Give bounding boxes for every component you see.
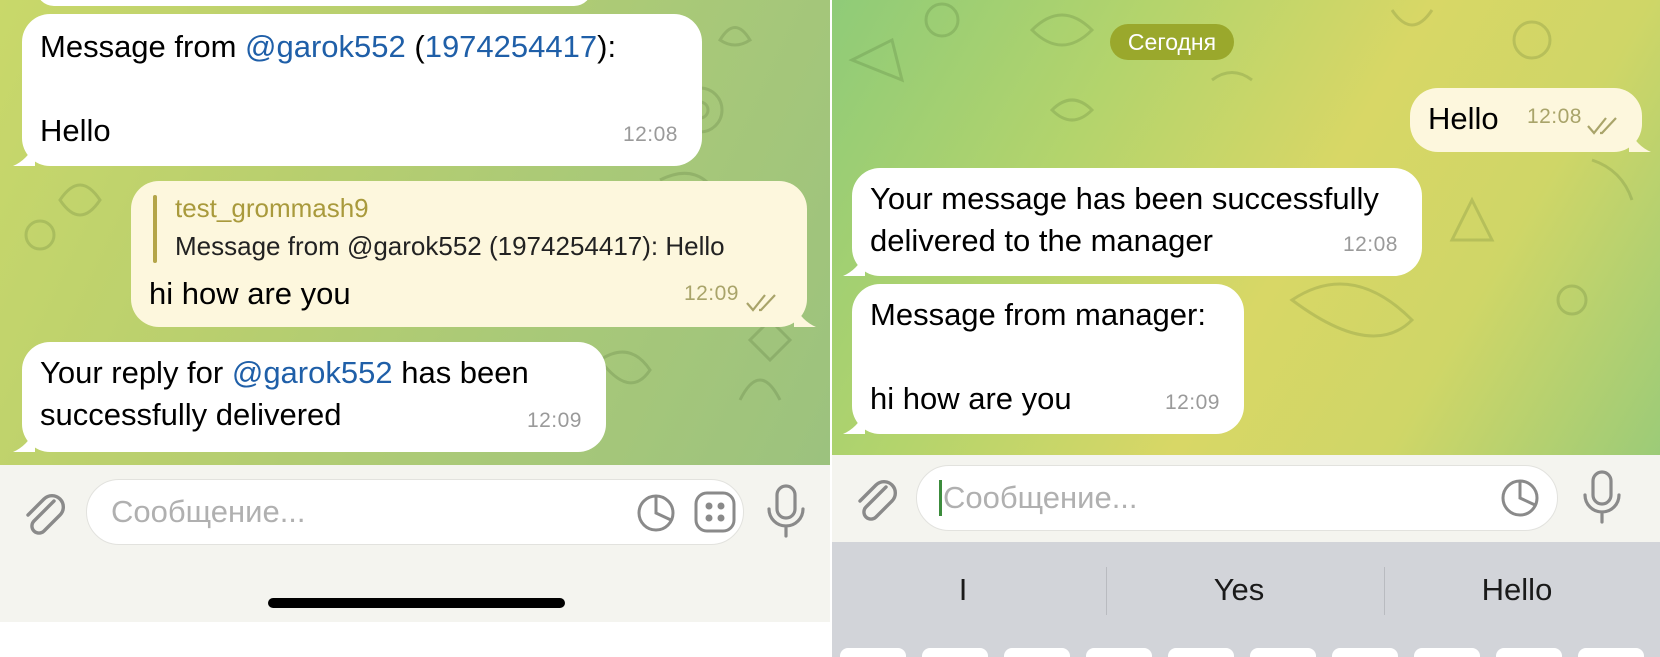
keyboard-key[interactable]	[1414, 648, 1480, 657]
message-input[interactable]: Сообщение...	[916, 465, 1558, 531]
microphone-icon[interactable]	[764, 483, 808, 539]
suggestion-divider	[1384, 567, 1385, 615]
message-input[interactable]: Сообщение...	[86, 479, 744, 545]
bubble-tail	[843, 412, 865, 434]
right-chat-screen: Сегодня Hello 12:08 Your message has bee…	[832, 0, 1660, 657]
user-id-link[interactable]: 1974254417	[425, 29, 597, 64]
incoming-message-bubble[interactable]: Message from manager: hi how are you 12:…	[843, 284, 1244, 434]
suggestion-item[interactable]: Yes	[1108, 572, 1370, 608]
message-body: Hello	[40, 113, 111, 148]
keyboard-key[interactable]	[1332, 648, 1398, 657]
message-line: Your reply for @garok552 has been	[40, 352, 529, 394]
reply-quoted-text[interactable]: Message from @garok552 (1974254417): Hel…	[175, 231, 725, 261]
incoming-message-bubble[interactable]: Message from @garok552 (1974254417): Hel…	[13, 14, 702, 166]
compose-bar: Сообщение...	[0, 465, 830, 622]
keyboard-suggestion-bar: I Yes Hello	[832, 542, 1660, 657]
message-time: 12:08	[622, 123, 678, 146]
message-line: Message from manager:	[870, 297, 1206, 332]
bubble-tail	[1629, 130, 1651, 152]
message-line: hi how are you	[870, 381, 1072, 416]
message-body: hi how are you	[149, 276, 351, 311]
left-chat-screen: Message from @garok552 (1974254417): Hel…	[0, 0, 830, 657]
username-link[interactable]: @garok552	[245, 29, 406, 64]
double-check-icon	[746, 294, 776, 312]
message-line: delivered to the manager	[870, 223, 1213, 258]
keyboard-grid-icon[interactable]	[693, 490, 737, 534]
paren-close: ):	[597, 29, 617, 64]
message-prefix: Your reply for	[40, 355, 232, 390]
attach-icon[interactable]	[850, 473, 900, 523]
sticker-icon[interactable]	[635, 492, 677, 534]
message-time: 12:09	[526, 409, 582, 432]
reply-quote-bar	[153, 195, 157, 263]
incoming-message-bubble[interactable]: Your message has been successfully deliv…	[843, 168, 1422, 276]
previous-message-bubble[interactable]	[36, 0, 592, 6]
keyboard-key[interactable]	[1578, 648, 1644, 657]
message-suffix: has been	[392, 355, 529, 390]
suggestion-item[interactable]: I	[832, 572, 1094, 608]
message-prefix: Message from	[40, 29, 246, 64]
suggestion-divider	[1106, 567, 1107, 615]
input-placeholder: Сообщение...	[943, 480, 1138, 515]
message-time: 12:09	[683, 282, 739, 305]
keyboard-key[interactable]	[922, 648, 988, 657]
message-line: successfully delivered	[40, 397, 342, 432]
bubble-tail	[13, 144, 35, 166]
outgoing-message-bubble[interactable]: test_grommash9 Message from @garok552 (1…	[131, 181, 816, 327]
message-time: 12:08	[1526, 105, 1582, 128]
input-placeholder: Сообщение...	[111, 494, 306, 529]
keyboard-key[interactable]	[1168, 648, 1234, 657]
message-body: Hello	[1428, 101, 1499, 136]
sticker-icon[interactable]	[1499, 477, 1541, 519]
message-time: 12:09	[1164, 391, 1220, 414]
reply-author[interactable]: test_grommash9	[175, 193, 369, 223]
compose-bar: Сообщение...	[832, 455, 1660, 542]
bubble-tail	[843, 254, 865, 276]
keyboard-key[interactable]	[840, 648, 906, 657]
text-cursor	[939, 480, 942, 516]
message-time: 12:08	[1342, 233, 1398, 256]
keyboard-key[interactable]	[1004, 648, 1070, 657]
bubble-tail	[13, 430, 35, 452]
keyboard-key[interactable]	[1496, 648, 1562, 657]
attach-icon[interactable]	[18, 487, 68, 537]
double-check-icon	[1587, 117, 1617, 135]
outgoing-message-bubble[interactable]: Hello 12:08	[1410, 88, 1651, 152]
microphone-icon[interactable]	[1580, 469, 1624, 525]
home-indicator[interactable]	[268, 598, 565, 608]
message-line: Your message has been successfully	[870, 181, 1379, 216]
suggestion-item[interactable]: Hello	[1386, 572, 1648, 608]
keyboard-key[interactable]	[1086, 648, 1152, 657]
date-separator: Сегодня	[1110, 24, 1234, 60]
incoming-message-bubble[interactable]: Your reply for @garok552 has been succes…	[13, 342, 606, 452]
message-header: Message from @garok552 (1974254417):	[40, 26, 616, 68]
username-link[interactable]: @garok552	[232, 355, 393, 390]
keyboard-key[interactable]	[1250, 648, 1316, 657]
paren-open: (	[405, 29, 425, 64]
bubble-tail	[794, 305, 816, 327]
